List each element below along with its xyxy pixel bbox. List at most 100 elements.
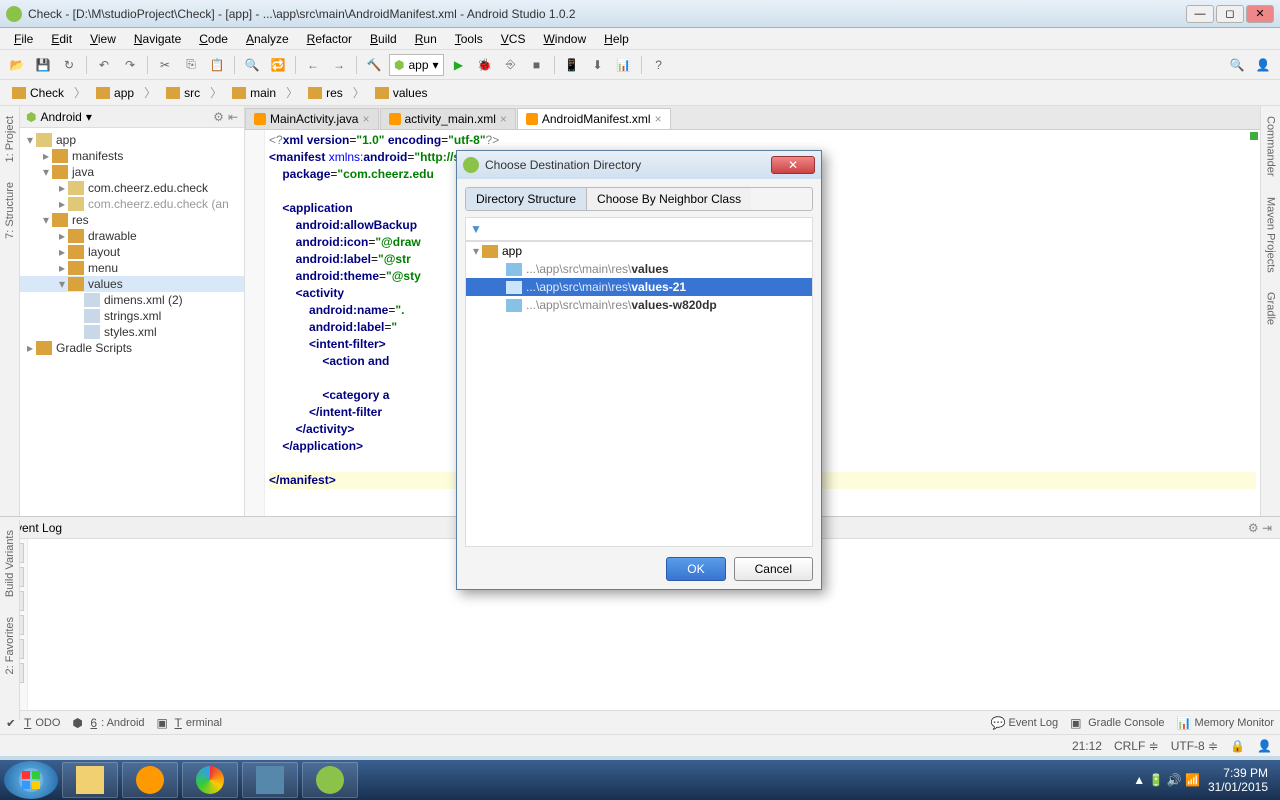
editor-tab-activity-main-xml[interactable]: activity_main.xml× [380, 108, 516, 129]
close-tab-icon[interactable]: × [362, 112, 369, 126]
menu-view[interactable]: View [82, 30, 124, 48]
tree-item-menu[interactable]: ▸menu [20, 260, 244, 276]
help-icon[interactable]: ? [648, 54, 670, 76]
tree-item-layout[interactable]: ▸layout [20, 244, 244, 260]
tree-item-res[interactable]: ▾res [20, 212, 244, 228]
open-icon[interactable]: 📂 [6, 54, 28, 76]
collapse-icon[interactable]: ⇤ [228, 110, 238, 124]
start-button[interactable] [4, 761, 58, 799]
replace-icon[interactable]: 🔁 [267, 54, 289, 76]
dialog-tab-directory-structure[interactable]: Directory Structure [466, 188, 586, 210]
tree-item-drawable[interactable]: ▸drawable [20, 228, 244, 244]
menu-code[interactable]: Code [191, 30, 236, 48]
gear-icon[interactable]: ⚙ [213, 110, 224, 124]
hide-icon[interactable]: ⇥ [1262, 521, 1272, 535]
file-encoding[interactable]: UTF-8 ≑ [1171, 739, 1218, 753]
menu-window[interactable]: Window [535, 30, 594, 48]
breadcrumb-main[interactable]: main [226, 84, 282, 102]
menu-file[interactable]: File [6, 30, 41, 48]
menu-tools[interactable]: Tools [447, 30, 491, 48]
dialog-close-button[interactable]: ✕ [771, 156, 815, 174]
rail-tab-gradle[interactable]: Gradle [1263, 286, 1279, 331]
dialog-tree-item-values-w820dp[interactable]: ...\app\src\main\res\values-w820dp [466, 296, 812, 314]
tree-item-dimens-xml--2-[interactable]: dimens.xml (2) [20, 292, 244, 308]
bottom-tab-memory-monitor[interactable]: 📊Memory Monitor [1177, 716, 1274, 730]
menu-build[interactable]: Build [362, 30, 405, 48]
lock-icon[interactable]: 🔒 [1230, 739, 1245, 753]
back-icon[interactable]: ← [302, 54, 324, 76]
tray-icons[interactable]: ▲ 🔋 🔊 📶 [1133, 773, 1200, 787]
breadcrumb-src[interactable]: src [160, 84, 206, 102]
minimize-button[interactable]: — [1186, 5, 1214, 23]
bottom-tab-gradle-console[interactable]: ▣Gradle Console [1070, 716, 1164, 730]
tree-item-gradle-scripts[interactable]: ▸Gradle Scripts [20, 340, 244, 356]
dialog-tree-item-values-21[interactable]: ...\app\src\main\res\values-21 [466, 278, 812, 296]
undo-icon[interactable]: ↶ [93, 54, 115, 76]
tree-item-com-cheerz-edu-check--an[interactable]: ▸com.cheerz.edu.check (an [20, 196, 244, 212]
dialog-filter-bar[interactable]: ▼ [465, 217, 813, 241]
bottom-tab-6--android[interactable]: ⬢6: Android [72, 716, 144, 730]
paste-icon[interactable]: 📋 [206, 54, 228, 76]
dialog-tab-choose-by-neighbor-class[interactable]: Choose By Neighbor Class [586, 188, 751, 210]
redo-icon[interactable]: ↷ [119, 54, 141, 76]
project-tree[interactable]: ▾app▸manifests▾java▸com.cheerz.edu.check… [20, 128, 244, 516]
run-config-combo[interactable]: ⬢app ▾ [389, 54, 444, 76]
forward-icon[interactable]: → [328, 54, 350, 76]
close-tab-icon[interactable]: × [655, 112, 662, 126]
copy-icon[interactable]: ⎘ [180, 54, 202, 76]
breadcrumb-values[interactable]: values [369, 84, 434, 102]
tray-clock[interactable]: 7:39 PM 31/01/2015 [1208, 766, 1268, 794]
breadcrumb-app[interactable]: app [90, 84, 140, 102]
cut-icon[interactable]: ✂ [154, 54, 176, 76]
rail-tab-1--project[interactable]: 1: Project [2, 110, 18, 168]
rail-tab-build-variants[interactable]: Build Variants [2, 524, 18, 603]
maximize-button[interactable]: ◻ [1216, 5, 1244, 23]
bottom-tab-event-log[interactable]: 💬Event Log [991, 716, 1059, 730]
save-icon[interactable]: 💾 [32, 54, 54, 76]
menu-edit[interactable]: Edit [43, 30, 80, 48]
editor-tab-androidmanifest-xml[interactable]: AndroidManifest.xml× [517, 108, 671, 129]
chevron-down-icon[interactable]: ▾ [86, 110, 92, 124]
debug-icon[interactable]: 🐞 [474, 54, 496, 76]
tree-item-manifests[interactable]: ▸manifests [20, 148, 244, 164]
avd-icon[interactable]: 📱 [561, 54, 583, 76]
close-button[interactable]: ✕ [1246, 5, 1274, 23]
rail-tab-commander[interactable]: Commander [1263, 110, 1279, 183]
taskbar-android-studio[interactable] [302, 762, 358, 798]
tree-item-strings-xml[interactable]: strings.xml [20, 308, 244, 324]
rail-tab-2--favorites[interactable]: 2: Favorites [2, 611, 18, 680]
tree-item-app[interactable]: ▾app [20, 132, 244, 148]
taskbar-chrome[interactable] [182, 762, 238, 798]
rail-tab-maven-projects[interactable]: Maven Projects [1263, 191, 1279, 279]
gear-icon[interactable]: ⚙ [1248, 521, 1259, 535]
line-ending[interactable]: CRLF ≑ [1114, 739, 1159, 753]
attach-icon[interactable]: ⎆ [500, 54, 522, 76]
tree-item-styles-xml[interactable]: styles.xml [20, 324, 244, 340]
cancel-button[interactable]: Cancel [734, 557, 813, 581]
run-icon[interactable]: ▶ [448, 54, 470, 76]
inspector-icon[interactable]: 👤 [1257, 739, 1272, 753]
editor-tab-mainactivity-java[interactable]: MainActivity.java× [245, 108, 379, 129]
caret-position[interactable]: 21:12 [1072, 739, 1102, 753]
breadcrumb-res[interactable]: res [302, 84, 349, 102]
dialog-directory-tree[interactable]: ▾app...\app\src\main\res\values...\app\s… [465, 241, 813, 547]
find-icon[interactable]: 🔍 [241, 54, 263, 76]
stop-icon[interactable]: ■ [526, 54, 548, 76]
taskbar-pc[interactable] [242, 762, 298, 798]
rail-tab-7--structure[interactable]: 7: Structure [2, 176, 18, 245]
bottom-tab-terminal[interactable]: ▣Terminal [157, 716, 222, 730]
dialog-tree-item-values[interactable]: ...\app\src\main\res\values [466, 260, 812, 278]
search-everywhere-icon[interactable]: 🔍 [1226, 54, 1248, 76]
breadcrumb-Check[interactable]: Check [6, 84, 70, 102]
tree-item-java[interactable]: ▾java [20, 164, 244, 180]
menu-vcs[interactable]: VCS [493, 30, 534, 48]
close-tab-icon[interactable]: × [500, 112, 507, 126]
tree-item-values[interactable]: ▾values [20, 276, 244, 292]
ok-button[interactable]: OK [666, 557, 725, 581]
menu-navigate[interactable]: Navigate [126, 30, 189, 48]
menu-help[interactable]: Help [596, 30, 637, 48]
taskbar-media[interactable] [122, 762, 178, 798]
avatar-icon[interactable]: 👤 [1252, 54, 1274, 76]
tree-item-com-cheerz-edu-check[interactable]: ▸com.cheerz.edu.check [20, 180, 244, 196]
sdk-icon[interactable]: ⬇ [587, 54, 609, 76]
